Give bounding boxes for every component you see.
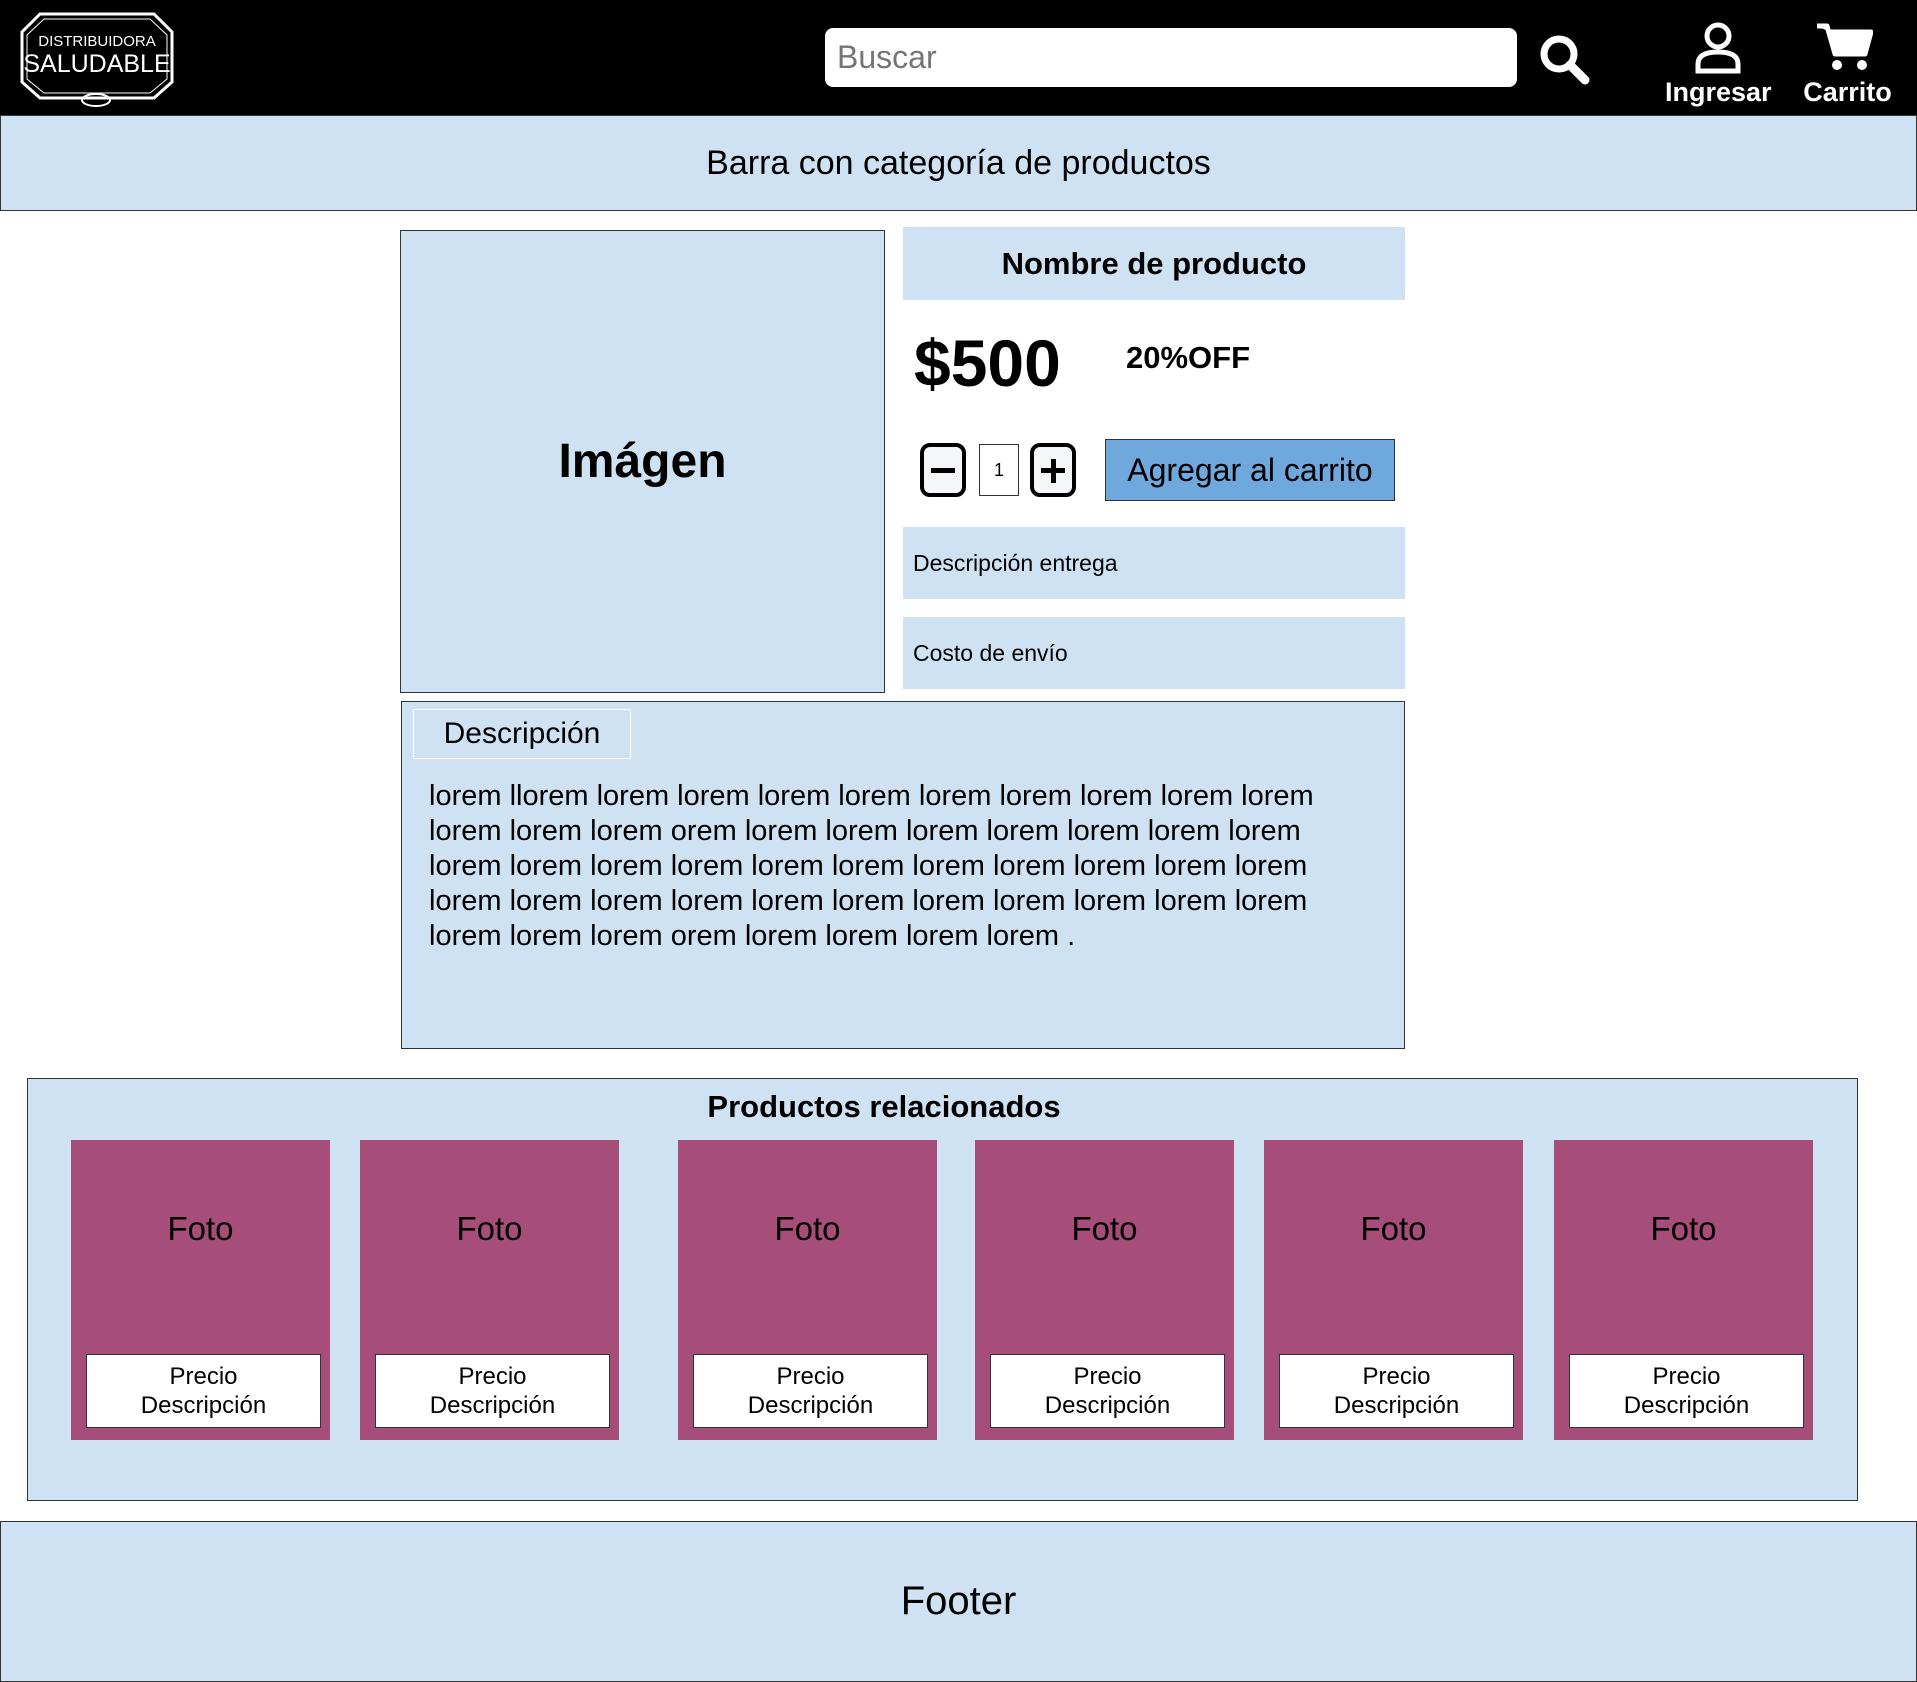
product-card-description: Descripción xyxy=(429,1392,556,1419)
related-product-card[interactable]: Foto Precio Descripción xyxy=(360,1140,619,1440)
product-photo-label: Foto xyxy=(1360,1210,1427,1247)
logo-text-line1: DISTRIBUIDORA xyxy=(38,33,156,50)
product-image: Imágen xyxy=(400,230,885,693)
logo-text-line2: SALUDABLE xyxy=(23,50,170,78)
delivery-description: Descripción entrega xyxy=(903,527,1405,599)
product-card-info: Precio Descripción xyxy=(693,1354,928,1428)
login-label: Ingresar xyxy=(1665,77,1772,107)
quantity-input[interactable] xyxy=(979,444,1019,496)
related-products: Productos relacionados Foto Precio Descr… xyxy=(27,1078,1858,1501)
product-card-description: Descripción xyxy=(1044,1392,1171,1419)
description-text: lorem llorem lorem lorem lorem lorem lor… xyxy=(429,780,1314,952)
user-icon xyxy=(1695,22,1741,74)
product-card-description: Descripción xyxy=(140,1392,267,1419)
related-product-card[interactable]: Foto Precio Descripción xyxy=(1554,1140,1813,1440)
add-to-cart-button[interactable]: Agregar al carrito xyxy=(1105,439,1395,501)
category-bar-label: Barra con categoría de productos xyxy=(706,143,1211,182)
product-card-description: Descripción xyxy=(747,1392,874,1419)
cart-button[interactable]: Carrito xyxy=(1800,22,1895,110)
footer-label: Footer xyxy=(900,1579,1017,1623)
related-product-card[interactable]: Foto Precio Descripción xyxy=(678,1140,937,1440)
product-photo-label: Foto xyxy=(167,1210,234,1247)
search-icon[interactable] xyxy=(1538,33,1590,85)
product-card-description: Descripción xyxy=(1623,1392,1750,1419)
logo[interactable]: DISTRIBUIDORA SALUDABLE xyxy=(18,10,176,110)
product-card-description: Descripción xyxy=(1333,1392,1460,1419)
product-card-info: Precio Descripción xyxy=(1279,1354,1514,1428)
product-card-info: Precio Descripción xyxy=(990,1354,1225,1428)
discount-badge: 20%OFF xyxy=(1126,340,1251,375)
product-card-price: Precio xyxy=(776,1363,845,1390)
search-input[interactable] xyxy=(825,28,1517,87)
cart-label: Carrito xyxy=(1803,77,1892,107)
product-image-label: Imágen xyxy=(558,435,727,488)
product-card-price: Precio xyxy=(1652,1363,1721,1390)
login-button[interactable]: Ingresar xyxy=(1665,22,1772,110)
product-photo-label: Foto xyxy=(774,1210,841,1247)
description-panel: Descripción lorem llorem lorem lorem lor… xyxy=(401,701,1405,1049)
product-name: Nombre de producto xyxy=(903,227,1405,300)
category-bar[interactable]: Barra con categoría de productos xyxy=(0,115,1917,211)
product-card-price: Precio xyxy=(458,1363,527,1390)
product-card-price: Precio xyxy=(169,1363,238,1390)
product-card-info: Precio Descripción xyxy=(375,1354,610,1428)
increase-quantity-button[interactable] xyxy=(1030,443,1076,497)
decrease-quantity-button[interactable] xyxy=(920,443,966,497)
related-product-card[interactable]: Foto Precio Descripción xyxy=(1264,1140,1523,1440)
product-photo-label: Foto xyxy=(1650,1210,1717,1247)
product-card-price: Precio xyxy=(1362,1363,1431,1390)
related-product-card[interactable]: Foto Precio Descripción xyxy=(71,1140,330,1440)
footer: Footer xyxy=(0,1521,1917,1682)
related-products-title: Productos relacionados xyxy=(707,1089,1061,1124)
product-photo-label: Foto xyxy=(456,1210,523,1247)
product-photo-label: Foto xyxy=(1071,1210,1138,1247)
description-tab[interactable]: Descripción xyxy=(413,709,631,759)
product-card-info: Precio Descripción xyxy=(86,1354,321,1428)
related-product-card[interactable]: Foto Precio Descripción xyxy=(975,1140,1234,1440)
product-card-info: Precio Descripción xyxy=(1569,1354,1804,1428)
product-card-price: Precio xyxy=(1073,1363,1142,1390)
product-price: $500 xyxy=(914,326,1061,400)
top-header: DISTRIBUIDORA SALUDABLE Ingresar Carrito xyxy=(0,0,1917,115)
shipping-cost: Costo de envío xyxy=(903,617,1405,689)
cart-icon xyxy=(1817,23,1873,70)
minus-icon xyxy=(931,468,955,473)
plus-icon xyxy=(1041,458,1065,492)
